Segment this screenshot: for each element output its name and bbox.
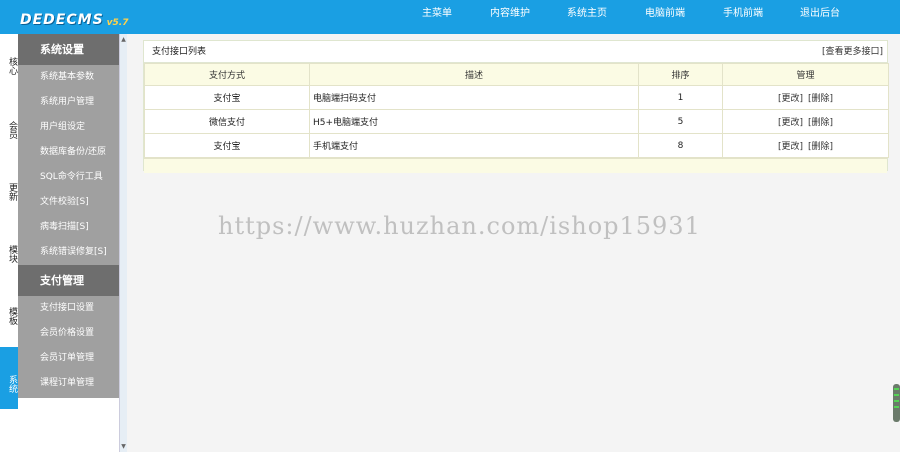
col-method: 支付方式 bbox=[144, 63, 310, 86]
sidebar-item-user-group[interactable]: 用户组设定 bbox=[18, 115, 119, 140]
sidebar-item-user-manage[interactable]: 系统用户管理 bbox=[18, 90, 119, 115]
cell-order: 8 bbox=[638, 133, 723, 158]
sidebar-item-payment-interface[interactable]: 支付接口设置 bbox=[18, 296, 119, 321]
col-desc: 描述 bbox=[309, 63, 639, 86]
nav-logout[interactable]: 退出后台 bbox=[800, 0, 840, 28]
cell-method: 微信支付 bbox=[144, 109, 310, 134]
panel-header: 支付接口列表 [查看更多接口] bbox=[144, 41, 887, 63]
grip-line bbox=[894, 400, 899, 402]
sidebar-menu: 系统设置 系统基本参数 系统用户管理 用户组设定 数据库备份/还原 SQL命令行… bbox=[18, 34, 119, 398]
grip-line bbox=[894, 406, 899, 408]
sidebar-item-member-price[interactable]: 会员价格设置 bbox=[18, 321, 119, 346]
sidebar-blank bbox=[18, 398, 119, 452]
sidebar-item-course-orders[interactable]: 课程订单管理 bbox=[18, 371, 119, 396]
grip-line bbox=[894, 394, 899, 396]
sidebar-scrollbar[interactable]: ▲ ▼ bbox=[119, 34, 127, 452]
grip-line bbox=[894, 388, 899, 390]
sidebar-item-virus-scan[interactable]: 病毒扫描[S] bbox=[18, 215, 119, 240]
sidebar-item-member-orders[interactable]: 会员订单管理 bbox=[18, 346, 119, 371]
cell-manage: [更改] [删除] bbox=[722, 85, 889, 110]
sidebar-group-system-settings: 系统设置 bbox=[18, 34, 119, 65]
table-header-row: 支付方式 描述 排序 管理 bbox=[144, 63, 889, 86]
panel-title: 支付接口列表 bbox=[152, 47, 207, 57]
delete-link[interactable]: [删除] bbox=[808, 94, 833, 104]
delete-link[interactable]: [删除] bbox=[808, 118, 833, 128]
cell-method: 支付宝 bbox=[144, 133, 310, 158]
payment-interface-panel: 支付接口列表 [查看更多接口] 支付方式 描述 排序 管理 支付宝 电脑端扫码支… bbox=[143, 40, 889, 173]
nav-content[interactable]: 内容维护 bbox=[490, 0, 530, 28]
tab-module[interactable]: 模块 bbox=[0, 234, 18, 274]
nav-mobile-front[interactable]: 手机前端 bbox=[723, 0, 763, 28]
sidebar-item-file-check[interactable]: 文件校验[S] bbox=[18, 190, 119, 215]
table-row: 支付宝 电脑端扫码支付 1 [更改] [删除] bbox=[144, 85, 889, 110]
edit-link[interactable]: [更改] bbox=[778, 118, 803, 128]
cell-order: 1 bbox=[638, 85, 723, 110]
tab-core[interactable]: 核心 bbox=[0, 46, 18, 86]
sidebar-item-sql-tool[interactable]: SQL命令行工具 bbox=[18, 165, 119, 190]
cell-desc: 电脑端扫码支付 bbox=[309, 85, 639, 110]
payment-table: 支付方式 描述 排序 管理 支付宝 电脑端扫码支付 1 [更改] [删除] 微信… bbox=[144, 63, 889, 158]
tab-system[interactable]: 系统 bbox=[0, 347, 18, 409]
cell-desc: 手机端支付 bbox=[309, 133, 639, 158]
sidebar-item-error-repair[interactable]: 系统错误修复[S] bbox=[18, 240, 119, 265]
logo[interactable]: DEDECMS v5.7 bbox=[20, 6, 128, 28]
delete-link[interactable]: [删除] bbox=[808, 142, 833, 152]
tab-member[interactable]: 会员 bbox=[0, 110, 18, 150]
panel-footer bbox=[144, 158, 887, 173]
cell-order: 5 bbox=[638, 109, 723, 134]
floating-scroll-widget[interactable] bbox=[893, 384, 900, 422]
table-row: 支付宝 手机端支付 8 [更改] [删除] bbox=[144, 133, 889, 158]
cell-manage: [更改] [删除] bbox=[722, 109, 889, 134]
edit-link[interactable]: [更改] bbox=[778, 142, 803, 152]
logo-version: v5.7 bbox=[106, 18, 129, 28]
sidebar-item-basic-params[interactable]: 系统基本参数 bbox=[18, 65, 119, 90]
tab-template[interactable]: 模板 bbox=[0, 296, 18, 336]
cell-method: 支付宝 bbox=[144, 85, 310, 110]
left-tabs: 核心 会员 更新 模块 模板 系统 bbox=[0, 34, 18, 452]
nav-pc-front[interactable]: 电脑前端 bbox=[645, 0, 685, 28]
sidebar-item-db-backup[interactable]: 数据库备份/还原 bbox=[18, 140, 119, 165]
col-manage: 管理 bbox=[722, 63, 889, 86]
scroll-down-icon[interactable]: ▼ bbox=[120, 443, 127, 450]
logo-text: DEDECMS bbox=[20, 12, 104, 28]
col-order: 排序 bbox=[638, 63, 723, 86]
watermark-text: https://www.huzhan.com/ishop15931 bbox=[218, 212, 701, 240]
nav-main-menu[interactable]: 主菜单 bbox=[422, 0, 452, 28]
scroll-up-icon[interactable]: ▲ bbox=[120, 36, 127, 43]
more-interfaces-link[interactable]: [查看更多接口] bbox=[822, 41, 883, 63]
cell-manage: [更改] [删除] bbox=[722, 133, 889, 158]
edit-link[interactable]: [更改] bbox=[778, 94, 803, 104]
tab-update[interactable]: 更新 bbox=[0, 172, 18, 212]
table-row: 微信支付 H5+电脑端支付 5 [更改] [删除] bbox=[144, 109, 889, 134]
cell-desc: H5+电脑端支付 bbox=[309, 109, 639, 134]
top-bar: DEDECMS v5.7 主菜单 内容维护 系统主页 电脑前端 手机前端 退出后… bbox=[0, 0, 900, 34]
sidebar-group-payment: 支付管理 bbox=[18, 265, 119, 296]
nav-system-home[interactable]: 系统主页 bbox=[567, 0, 607, 28]
